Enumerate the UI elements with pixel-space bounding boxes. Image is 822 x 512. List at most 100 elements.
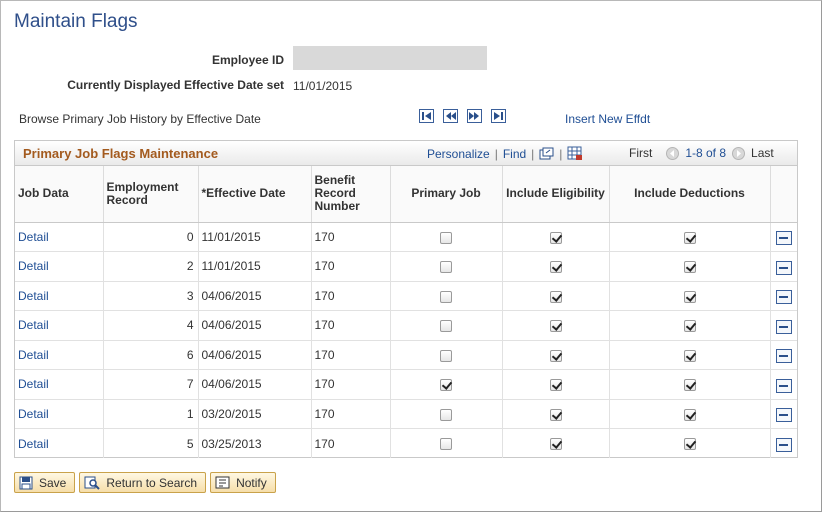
employment-record-cell: 2 xyxy=(103,251,199,282)
include-deductions-checkbox[interactable] xyxy=(683,290,696,303)
include-deductions-checkbox[interactable] xyxy=(683,231,696,244)
include-eligibility-checkbox[interactable] xyxy=(549,290,562,303)
grid-title: Primary Job Flags Maintenance xyxy=(23,146,219,161)
delete-row-cell xyxy=(770,399,797,429)
grid-header-bar: Primary Job Flags Maintenance Personaliz… xyxy=(15,141,797,166)
employee-id-label: Employee ID xyxy=(211,53,284,67)
include-eligibility-checkbox[interactable] xyxy=(549,261,562,274)
effective-date-cell: 04/06/2015 xyxy=(198,369,312,400)
tool-separator: | xyxy=(559,146,563,161)
include-deductions-cell xyxy=(609,428,771,458)
primary-job-checkbox[interactable] xyxy=(440,320,452,333)
include-deductions-cell xyxy=(609,251,771,282)
detail-link[interactable]: Detail xyxy=(18,377,49,391)
include-deductions-cell xyxy=(609,340,771,370)
delete-row-cell xyxy=(770,251,797,282)
last-page-label[interactable]: Last xyxy=(751,146,774,160)
include-deductions-checkbox[interactable] xyxy=(683,320,696,333)
benefit-record-cell: 170 xyxy=(311,310,391,341)
include-eligibility-cell xyxy=(502,310,610,341)
tool-separator: | xyxy=(494,146,498,161)
detail-link[interactable]: Detail xyxy=(18,289,49,303)
delete-row-icon[interactable] xyxy=(775,231,792,246)
job-data-cell: Detail xyxy=(15,281,104,311)
table-row: Detail 4 04/06/2015 170 xyxy=(15,310,797,341)
grid-paging: First 1-8 of 8 Last xyxy=(629,146,774,160)
job-data-cell: Detail xyxy=(15,222,104,252)
save-icon xyxy=(19,476,33,490)
detail-link[interactable]: Detail xyxy=(18,230,49,244)
employment-record-cell: 3 xyxy=(103,281,199,311)
save-button[interactable]: Save xyxy=(14,472,76,493)
include-deductions-checkbox[interactable] xyxy=(683,438,696,451)
delete-row-cell xyxy=(770,310,797,341)
first-record-icon[interactable] xyxy=(419,109,434,123)
col-include-deductions: Include Deductions xyxy=(609,166,771,223)
detail-link[interactable]: Detail xyxy=(18,348,49,362)
delete-row-cell xyxy=(770,281,797,311)
primary-job-checkbox[interactable] xyxy=(440,349,452,362)
job-data-cell: Detail xyxy=(15,369,104,400)
include-deductions-cell xyxy=(609,369,771,400)
notify-button[interactable]: Notify xyxy=(210,472,276,493)
include-deductions-cell xyxy=(609,399,771,429)
delete-row-icon[interactable] xyxy=(775,438,792,452)
primary-job-checkbox[interactable] xyxy=(440,408,452,421)
primary-job-checkbox[interactable] xyxy=(440,261,452,274)
flags-table: Job Data Employment Record *Effective Da… xyxy=(15,166,797,458)
col-employment-record: Employment Record xyxy=(103,166,199,223)
delete-row-icon[interactable] xyxy=(775,349,792,364)
last-record-icon[interactable] xyxy=(491,109,506,123)
include-eligibility-checkbox[interactable] xyxy=(549,320,562,333)
detail-link[interactable]: Detail xyxy=(18,259,49,273)
include-deductions-checkbox[interactable] xyxy=(683,408,696,421)
include-eligibility-checkbox[interactable] xyxy=(549,408,562,421)
include-eligibility-checkbox[interactable] xyxy=(549,349,562,362)
detail-link[interactable]: Detail xyxy=(18,407,49,421)
table-row: Detail 5 03/25/2013 170 xyxy=(15,428,797,459)
include-deductions-checkbox[interactable] xyxy=(683,379,696,392)
detail-link[interactable]: Detail xyxy=(18,318,49,332)
include-eligibility-checkbox[interactable] xyxy=(549,438,562,451)
primary-job-checkbox[interactable] xyxy=(440,290,452,303)
primary-job-checkbox[interactable] xyxy=(440,438,452,451)
include-eligibility-checkbox[interactable] xyxy=(549,231,562,244)
col-include-eligibility: Include Eligibility xyxy=(502,166,610,223)
primary-job-checkbox[interactable] xyxy=(440,379,452,392)
return-to-search-label: Return to Search xyxy=(106,475,198,490)
job-data-cell: Detail xyxy=(15,399,104,429)
personalize-link[interactable]: Personalize xyxy=(427,147,490,161)
next-record-icon[interactable] xyxy=(467,109,482,123)
delete-row-cell xyxy=(770,429,797,459)
job-data-cell: Detail xyxy=(15,251,104,282)
download-to-excel-icon[interactable] xyxy=(567,146,583,161)
include-eligibility-checkbox[interactable] xyxy=(549,379,562,392)
view-all-icon[interactable] xyxy=(539,147,554,160)
previous-page-icon[interactable] xyxy=(666,146,680,160)
find-link[interactable]: Find xyxy=(503,147,526,161)
table-header-row: Job Data Employment Record *Effective Da… xyxy=(15,166,797,223)
first-page-label[interactable]: First xyxy=(629,146,652,160)
return-to-search-button[interactable]: Return to Search xyxy=(79,472,207,493)
delete-row-icon[interactable] xyxy=(775,260,792,275)
next-page-icon[interactable] xyxy=(732,146,746,160)
primary-job-cell xyxy=(390,222,503,252)
include-deductions-checkbox[interactable] xyxy=(683,349,696,362)
benefit-record-cell: 170 xyxy=(311,340,391,370)
browse-history-label: Browse Primary Job History by Effective … xyxy=(19,112,261,126)
insert-new-effdt-link[interactable]: Insert New Effdt xyxy=(565,112,650,126)
primary-job-checkbox[interactable] xyxy=(440,231,452,244)
primary-job-cell xyxy=(390,340,503,370)
previous-record-icon[interactable] xyxy=(443,109,458,123)
delete-row-cell xyxy=(770,222,797,252)
detail-link[interactable]: Detail xyxy=(18,437,49,451)
employment-record-cell: 6 xyxy=(103,340,199,370)
delete-row-icon[interactable] xyxy=(775,319,792,334)
primary-job-cell xyxy=(390,369,503,400)
job-data-cell: Detail xyxy=(15,310,104,341)
delete-row-icon[interactable] xyxy=(775,408,792,423)
include-deductions-checkbox[interactable] xyxy=(683,261,696,274)
delete-row-icon[interactable] xyxy=(775,290,792,305)
delete-row-icon[interactable] xyxy=(775,378,792,393)
effective-date-cell: 11/01/2015 xyxy=(198,222,312,252)
